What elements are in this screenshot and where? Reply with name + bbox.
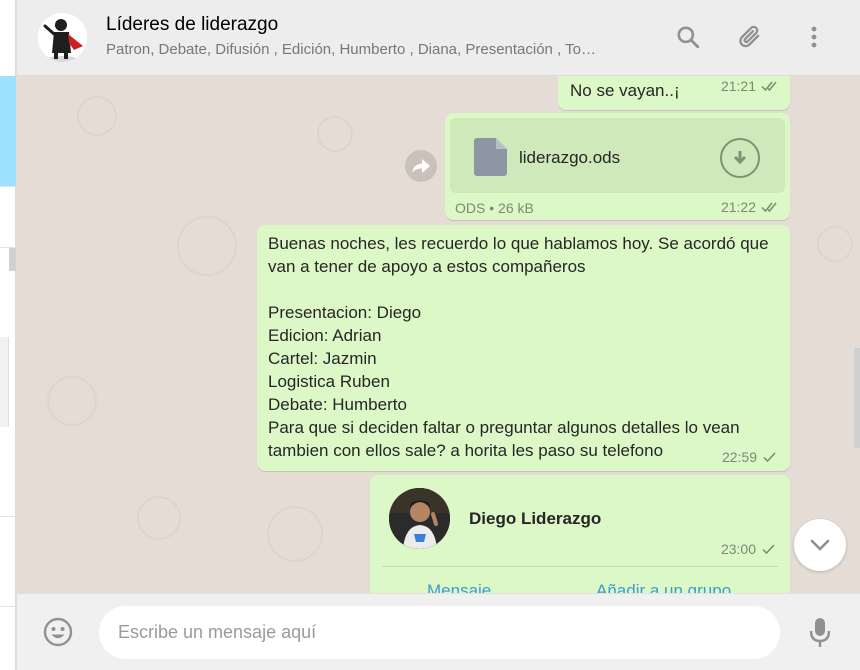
contact-avatar[interactable] [389,488,450,549]
file-attachment[interactable]: liderazgo.ods [450,118,785,193]
scrollbar[interactable] [854,348,860,448]
message-meta: 22:59 [722,449,777,465]
file-info: ODS • 26 kB [455,200,534,216]
message-text: Buenas noches, les recuerdo lo que habla… [268,234,769,460]
forward-icon[interactable] [405,150,437,182]
participants-list: Patron, Debate, Difusión , Edición, Humb… [106,41,596,58]
bullet-separator: • [489,200,499,216]
wallpaper-doodle [817,226,853,262]
microphone-icon[interactable] [805,616,835,650]
paperclip-icon[interactable] [735,22,765,52]
single-check-icon [763,452,776,463]
selected-chat-highlight [0,76,16,186]
wallpaper-doodle [47,376,97,426]
wallpaper-doodle [77,96,117,136]
message-list[interactable]: No se vayan..¡ 21:21 liderazgo.ods ODS •… [17,76,860,593]
chat-header[interactable]: Líderes de liderazgo Patron, Debate, Dif… [17,0,860,76]
outgoing-message[interactable]: No se vayan..¡ 21:21 [558,76,790,110]
message-time: 21:21 [720,78,756,94]
chat-list-fragment [0,337,9,427]
download-icon[interactable] [720,138,760,178]
message-text: No se vayan..¡ [570,81,680,100]
chat-list-divider [0,606,16,607]
wallpaper-doodle [177,216,237,276]
search-icon[interactable] [673,22,703,52]
kebab-menu-icon[interactable] [799,22,829,52]
chat-list-divider [0,516,16,517]
outgoing-contact-message[interactable]: Diego Liderazgo 23:00 Mensaje Añadir a u… [370,475,790,593]
chat-title: Líderes de liderazgo [106,14,279,35]
double-check-icon [761,202,777,213]
message-meta: 23:00 [721,541,776,557]
message-meta: 21:21 [721,78,780,94]
single-check-icon [762,544,775,555]
contact-name: Diego Liderazgo [469,509,602,528]
file-type: ODS [455,200,486,216]
chat-list-fragment [9,248,16,271]
file-name: liderazgo.ods [519,148,621,167]
add-to-group-button[interactable]: Añadir a un grupo [596,581,731,593]
document-icon [474,138,507,176]
outgoing-message[interactable]: Buenas noches, les recuerdo lo que habla… [257,225,790,471]
outgoing-file-message[interactable]: liderazgo.ods ODS • 26 kB 21:22 [445,113,790,220]
wallpaper-doodle [317,116,353,152]
message-input[interactable] [99,606,780,659]
file-size: 26 kB [498,200,534,216]
chat-list-edge [0,0,16,670]
contact-divider [382,566,778,567]
message-time: 22:59 [721,449,757,465]
message-time: 21:22 [720,199,756,215]
message-contact-button[interactable]: Mensaje [427,581,491,593]
emoji-icon[interactable] [42,616,74,648]
group-avatar[interactable] [38,13,87,62]
wallpaper-doodle [137,496,181,540]
composer [17,593,860,670]
wallpaper-doodle [267,506,323,562]
chat-list-divider [0,186,16,187]
message-time: 23:00 [720,541,756,557]
message-meta: 21:22 [721,199,780,215]
double-check-icon [761,81,777,92]
chevron-down-icon[interactable] [794,519,846,571]
